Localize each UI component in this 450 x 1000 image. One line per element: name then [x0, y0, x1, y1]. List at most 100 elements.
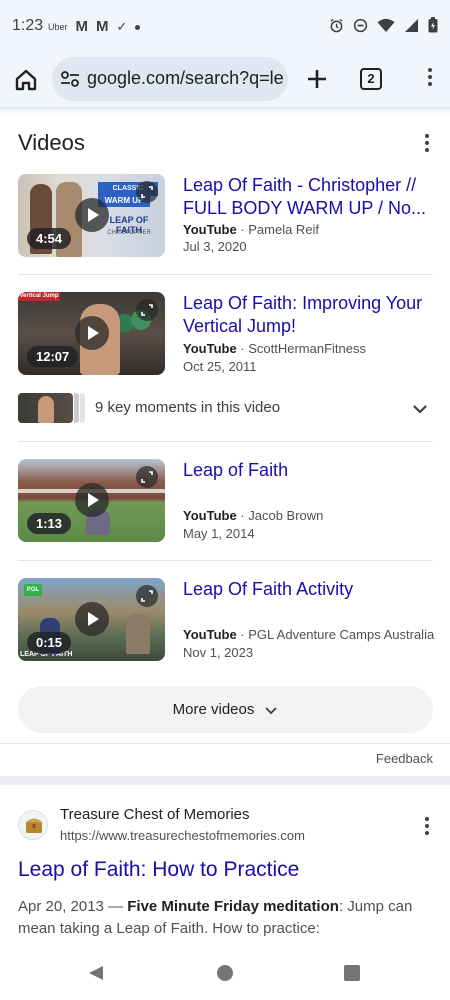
video-source: YouTube · Jacob Brown	[183, 508, 323, 523]
video-duration: 1:13	[27, 513, 72, 534]
address-bar[interactable]: google.com/search?q=le	[52, 57, 288, 101]
expand-icon	[136, 181, 158, 203]
thumb-logo: PGL	[24, 584, 42, 596]
video-date: Oct 25, 2011	[183, 359, 257, 374]
site-settings-icon[interactable]	[60, 70, 80, 88]
result-site-name[interactable]: Treasure Chest of Memories	[60, 806, 250, 823]
treasure-chest-icon	[26, 818, 42, 833]
thumb-text: Vertical Jump	[18, 292, 60, 301]
video-result[interactable]: 1:13 Leap of Faith YouTube · Jacob Brown…	[18, 459, 433, 549]
system-icons	[329, 17, 438, 33]
video-source: YouTube · PGL Adventure Camps Australia	[183, 627, 434, 642]
video-channel: · Pamela Reif	[236, 222, 320, 237]
recents-button[interactable]	[344, 965, 360, 981]
video-platform: YouTube	[183, 627, 237, 642]
video-thumbnail[interactable]: CLASSIC WARM UP LEAP OF FAITH CHRISTOPHE…	[18, 174, 165, 257]
divider	[18, 441, 433, 442]
video-date: Jul 3, 2020	[183, 239, 247, 254]
video-title[interactable]: Leap Of Faith: Improving Your Vertical J…	[183, 292, 428, 338]
home-icon	[15, 69, 37, 91]
key-moments-label: 9 key moments in this video	[95, 399, 281, 416]
video-duration: 4:54	[27, 228, 72, 249]
plus-icon	[308, 70, 326, 88]
expand-icon	[136, 466, 158, 488]
gmail-icon: M	[96, 18, 109, 35]
video-date: May 1, 2014	[183, 526, 255, 541]
key-moment-stack	[80, 393, 85, 423]
tab-switcher-button[interactable]: 2	[360, 68, 382, 90]
key-moment-stack	[74, 393, 79, 423]
video-source: YouTube · Pamela Reif	[183, 222, 319, 237]
signal-icon	[405, 18, 418, 32]
video-title[interactable]: Leap Of Faith Activity	[183, 578, 428, 601]
browser-toolbar: google.com/search?q=le 2	[0, 52, 450, 108]
status-time: 1:23	[12, 17, 44, 34]
chevron-down-icon	[265, 706, 277, 714]
back-icon[interactable]	[88, 965, 104, 981]
thumb-text: CHRISTOPHER	[107, 230, 151, 236]
videos-heading: Videos	[18, 130, 85, 155]
play-icon	[75, 483, 109, 517]
video-channel: · ScottHermanFitness	[236, 341, 367, 356]
home-nav-button[interactable]	[217, 965, 233, 981]
toolbar-shadow	[0, 108, 450, 114]
divider	[0, 743, 450, 744]
video-result[interactable]: PGL LEAP OF FAITH 0:15 Leap Of Faith Act…	[18, 578, 434, 668]
url-text[interactable]: google.com/search?q=le	[87, 68, 284, 89]
video-title[interactable]: Leap Of Faith - Christopher // FULL BODY…	[183, 174, 428, 220]
more-videos-button[interactable]: More videos	[18, 686, 433, 733]
video-duration: 12:07	[27, 346, 79, 367]
browser-menu-button[interactable]	[420, 67, 440, 87]
play-icon	[75, 198, 109, 232]
video-thumbnail[interactable]: Vertical Jump 12:07	[18, 292, 165, 375]
snippet-highlight: Five Minute Friday meditation	[127, 898, 339, 915]
chevron-down-icon[interactable]	[411, 400, 429, 418]
result-options-button[interactable]	[417, 816, 437, 836]
more-notifications-icon	[135, 24, 141, 30]
video-title[interactable]: Leap of Faith	[183, 459, 428, 482]
divider	[18, 560, 433, 561]
video-result[interactable]: CLASSIC WARM UP LEAP OF FAITH CHRISTOPHE…	[18, 174, 433, 264]
video-platform: YouTube	[183, 341, 237, 356]
battery-icon	[428, 17, 438, 33]
tasks-icon: ✓	[116, 19, 128, 34]
video-platform: YouTube	[183, 222, 237, 237]
video-channel: · Jacob Brown	[236, 508, 324, 523]
result-title[interactable]: Leap of Faith: How to Practice	[18, 858, 299, 882]
feedback-link[interactable]: Feedback	[376, 751, 433, 766]
video-result[interactable]: Vertical Jump 12:07 Leap Of Faith: Impro…	[18, 292, 433, 382]
video-date: Nov 1, 2023	[183, 645, 254, 660]
result-snippet: Apr 20, 2013 — Five Minute Friday medita…	[18, 896, 428, 940]
videos-options-button[interactable]	[417, 133, 437, 153]
snippet-date: Apr 20, 2013 —	[18, 898, 128, 915]
expand-icon	[136, 299, 158, 321]
system-navigation-bar	[0, 948, 450, 1000]
expand-icon	[136, 585, 158, 607]
divider	[18, 274, 433, 275]
video-channel: · PGL Adventure Camps Australia	[236, 627, 435, 642]
video-source: YouTube · ScottHermanFitness	[183, 341, 366, 356]
key-moment-thumbnail	[18, 393, 73, 423]
alarm-icon	[330, 18, 343, 32]
thumb-person	[126, 614, 150, 654]
key-moments-row[interactable]: 9 key moments in this video	[18, 393, 433, 425]
home-button[interactable]	[12, 66, 40, 94]
thumb-person	[38, 396, 54, 423]
section-separator	[0, 776, 450, 785]
status-bar: 1:23 Uber M M ✓	[0, 0, 450, 52]
video-platform: YouTube	[183, 508, 237, 523]
more-videos-label: More videos	[172, 701, 255, 718]
wifi-icon	[377, 18, 395, 32]
do-not-disturb-icon	[353, 18, 368, 32]
result-url[interactable]: https://www.treasurechestofmemories.com	[60, 828, 305, 843]
notification-icons: Uber M M ✓	[48, 18, 141, 35]
site-favicon	[18, 810, 48, 840]
new-tab-button[interactable]	[303, 65, 331, 98]
video-thumbnail[interactable]: 1:13	[18, 459, 165, 542]
video-duration: 0:15	[27, 632, 72, 653]
video-thumbnail[interactable]: PGL LEAP OF FAITH 0:15	[18, 578, 165, 661]
uber-icon: Uber	[48, 22, 68, 32]
play-icon	[75, 316, 109, 350]
play-icon	[75, 602, 109, 636]
gmail-icon: M	[75, 18, 89, 35]
